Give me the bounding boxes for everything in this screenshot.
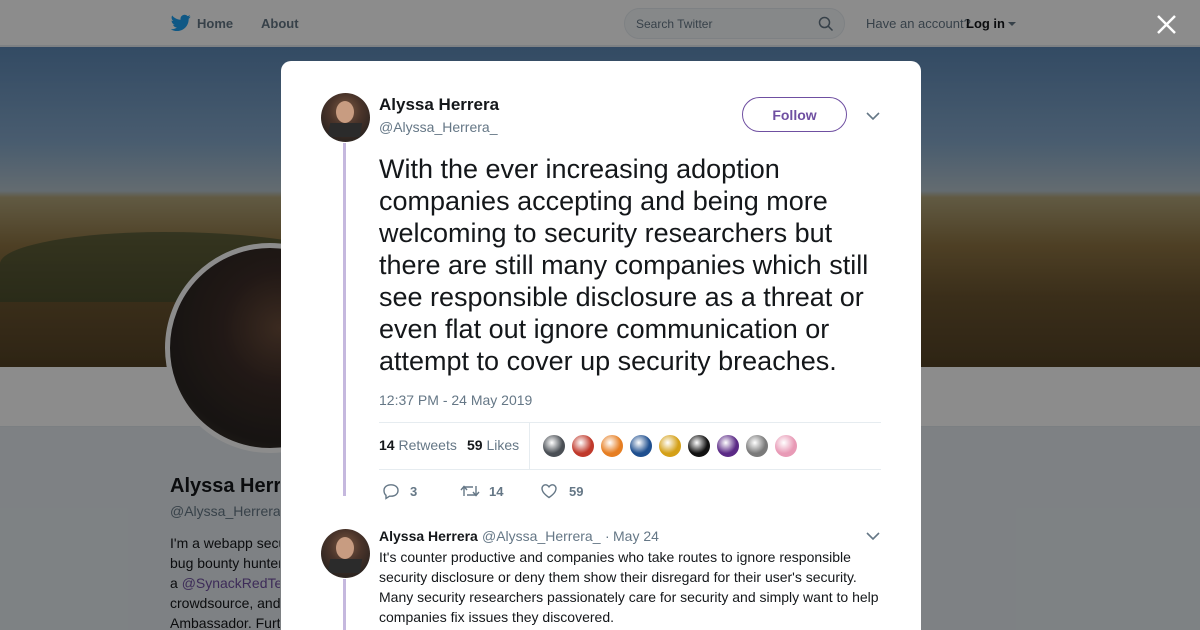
- close-icon[interactable]: [1156, 14, 1177, 35]
- reply-count: 3: [410, 484, 418, 499]
- reply-date[interactable]: May 24: [613, 528, 659, 544]
- liker-avatar[interactable]: [745, 434, 769, 458]
- reply-author-handle[interactable]: @Alyssa_Herrera_: [482, 528, 600, 544]
- divider: [529, 422, 530, 469]
- liker-avatar[interactable]: [542, 434, 566, 458]
- reply-separator: ·: [605, 528, 610, 544]
- retweet-count: 14: [489, 484, 504, 499]
- tweet-timestamp[interactable]: 12:37 PM - 24 May 2019: [379, 392, 532, 408]
- retweet-icon: [460, 485, 480, 497]
- likes-label: Likes: [486, 437, 520, 453]
- liker-avatar[interactable]: [629, 434, 653, 458]
- tweet-text: With the ever increasing adoption compan…: [379, 154, 869, 376]
- thread-line: [343, 579, 346, 630]
- reply-author-avatar[interactable]: [321, 529, 370, 578]
- reply-text: It's counter productive and companies wh…: [379, 549, 879, 625]
- likes-stat[interactable]: 59 Likes: [467, 437, 519, 453]
- like-count: 59: [569, 484, 584, 499]
- retweets-stat[interactable]: 14 Retweets: [379, 437, 457, 453]
- thread-line: [343, 143, 346, 496]
- likes-count: 59: [467, 437, 483, 453]
- tweet-author-handle[interactable]: @Alyssa_Herrera_: [379, 119, 497, 135]
- heart-icon: [541, 484, 557, 499]
- reply-author-name[interactable]: Alyssa Herrera: [379, 528, 478, 544]
- liker-avatar[interactable]: [687, 434, 711, 458]
- liker-avatar[interactable]: [774, 434, 798, 458]
- author-avatar[interactable]: [321, 93, 370, 142]
- liker-avatar[interactable]: [716, 434, 740, 458]
- liker-avatar[interactable]: [571, 434, 595, 458]
- liker-avatar[interactable]: [600, 434, 624, 458]
- tweet-modal: Alyssa Herrera @Alyssa_Herrera_ Follow W…: [281, 61, 921, 630]
- retweets-label: Retweets: [398, 437, 457, 453]
- reply-icon: [383, 484, 399, 500]
- chevron-down-icon[interactable]: [866, 111, 880, 121]
- tweet-author-name[interactable]: Alyssa Herrera: [379, 95, 499, 115]
- follow-button[interactable]: Follow: [742, 97, 847, 132]
- liker-avatar[interactable]: [658, 434, 682, 458]
- divider: [379, 422, 881, 423]
- retweets-count: 14: [379, 437, 395, 453]
- divider: [379, 469, 881, 470]
- chevron-down-icon[interactable]: [866, 531, 880, 541]
